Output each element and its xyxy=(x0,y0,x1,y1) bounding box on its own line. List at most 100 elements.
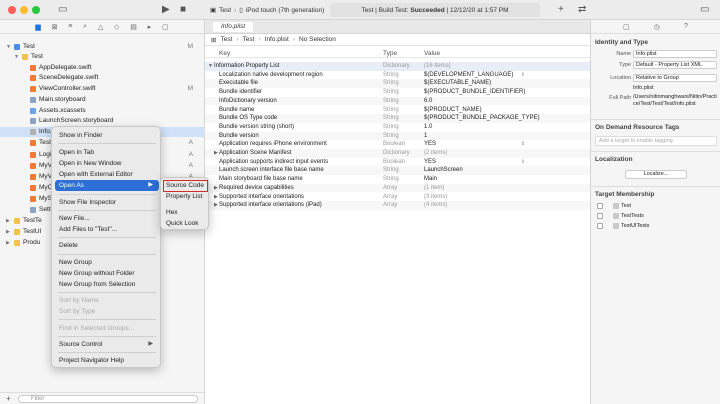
stepper-icon[interactable]: ⇕ xyxy=(521,158,525,167)
find-icon[interactable]: ⌕ xyxy=(83,23,87,31)
stop-icon[interactable]: ■ xyxy=(180,3,186,17)
name-field[interactable]: Info.plist xyxy=(633,50,717,58)
folder-icon[interactable]: ▆ xyxy=(35,23,40,31)
report-icon[interactable]: ▢ xyxy=(162,23,169,31)
table-row[interactable]: Bundle OS Type code String $(PRODUCT_BUN… xyxy=(205,114,590,123)
menu-item-new-group-from-selection[interactable]: New Group from Selection xyxy=(55,279,159,290)
col-key[interactable]: Key xyxy=(219,50,230,57)
table-row[interactable]: InfoDictionary version String 6.0 xyxy=(205,96,590,106)
tree-item-file[interactable]: Main.storyboard xyxy=(0,95,205,105)
tree-item-file[interactable]: ViewController.swift M xyxy=(0,84,205,94)
tree-item-file[interactable]: Assets.xcassets xyxy=(0,106,205,116)
table-row[interactable]: Bundle version string (short) String 1.0 xyxy=(205,123,590,132)
chevron-right-icon[interactable]: ▶ xyxy=(6,227,10,237)
stepper-icon[interactable]: ⇕ xyxy=(521,140,525,149)
chevron-right-icon[interactable]: ▶ xyxy=(214,201,218,210)
add-icon[interactable]: + xyxy=(6,394,11,403)
table-row[interactable]: ▶ Application Scene Manifest Dictionary … xyxy=(205,149,590,158)
table-row[interactable]: Bundle identifier String $(PRODUCT_BUNDL… xyxy=(205,88,590,97)
odr-tag-field[interactable]: Add a target to enable tagging xyxy=(595,136,717,146)
jump-item[interactable]: Info.plist xyxy=(265,36,289,43)
chevron-down-icon[interactable]: ▼ xyxy=(208,62,213,71)
menu-item-show-in-finder[interactable]: Show in Finder xyxy=(55,130,159,141)
table-row[interactable]: Bundle name String $(PRODUCT_NAME) xyxy=(205,106,590,115)
jump-item[interactable]: Test xyxy=(243,36,255,43)
history-icon[interactable]: ◷ xyxy=(654,23,660,31)
target-row[interactable]: TestTests xyxy=(597,212,644,221)
scheme-selector[interactable]: ▣ Test › ▯ iPod touch (7th generation) xyxy=(210,4,324,16)
table-row[interactable]: ▶ Supported interface orientations (iPad… xyxy=(205,201,590,210)
chevron-down-icon[interactable]: ▼ xyxy=(14,52,19,62)
chevron-right-icon[interactable]: ▶ xyxy=(6,238,10,248)
menu-item-new-group[interactable]: New Group xyxy=(55,257,159,268)
tree-item-file[interactable]: LaunchScreen.storyboard xyxy=(0,116,205,126)
debug-icon[interactable]: ▤ xyxy=(130,23,137,31)
table-row[interactable]: ▼ Information Property List Dictionary (… xyxy=(205,62,590,71)
issue-icon[interactable]: △ xyxy=(98,23,103,31)
run-icon[interactable]: ▶ xyxy=(162,3,170,17)
location-select[interactable]: Relative to Group xyxy=(633,74,717,82)
menu-item-show-file-inspector[interactable]: Show File Inspector xyxy=(55,197,159,208)
symbol-icon[interactable]: ≡ xyxy=(68,23,72,30)
target-checkbox[interactable] xyxy=(597,202,603,209)
table-row[interactable]: Executable file String $(EXECUTABLE_NAME… xyxy=(205,79,590,89)
menu-item-new-group-without-folder[interactable]: New Group without Folder xyxy=(55,268,159,279)
menu-item-open-as[interactable]: Open As ▶ xyxy=(55,180,159,191)
source-control-icon[interactable]: ⊠ xyxy=(52,23,58,31)
submenu-item-property-list[interactable]: Property List xyxy=(164,192,207,202)
table-row[interactable]: Application supports indirect input even… xyxy=(205,158,590,167)
test-icon[interactable]: ◇ xyxy=(114,23,119,31)
chevron-right-icon[interactable]: ▶ xyxy=(214,149,218,158)
add-icon[interactable]: + xyxy=(558,3,564,17)
code-review-icon[interactable]: ⇄ xyxy=(578,3,586,17)
menu-item-sort-by-type[interactable]: Sort by Type xyxy=(55,306,159,317)
table-row[interactable]: Application requires iPhone environment … xyxy=(205,140,590,149)
chevron-down-icon[interactable]: ▼ xyxy=(6,42,11,52)
table-row[interactable]: ▶ Required device capabilities Array (1 … xyxy=(205,183,590,193)
menu-item-open-with-external-editor[interactable]: Open with External Editor xyxy=(55,169,159,180)
menu-item-delete[interactable]: Delete xyxy=(55,240,159,251)
menu-item-add-files[interactable]: Add Files to "Test"... xyxy=(55,224,159,235)
chevron-right-icon[interactable]: ▶ xyxy=(214,193,218,202)
chevron-right-icon[interactable]: ▶ xyxy=(6,216,10,226)
type-select[interactable]: Default - Property List XML xyxy=(633,61,717,69)
menu-item-project-navigator-help[interactable]: Project Navigator Help xyxy=(55,355,159,366)
tree-item-project[interactable]: ▼ Test M xyxy=(0,42,205,52)
grid-icon[interactable]: ⊞ xyxy=(211,36,216,44)
target-checkbox[interactable] xyxy=(597,212,603,219)
target-row[interactable]: Test xyxy=(597,202,631,211)
menu-item-open-in-tab[interactable]: Open in Tab xyxy=(55,147,159,158)
minimize-window-button[interactable] xyxy=(20,6,28,14)
menu-item-new-file[interactable]: New File... xyxy=(55,213,159,224)
col-value[interactable]: Value xyxy=(424,50,440,57)
chevron-right-icon[interactable]: ▶ xyxy=(214,184,218,193)
tree-item-file[interactable]: SceneDelegate.swift xyxy=(0,73,205,83)
submenu-item-hex[interactable]: Hex xyxy=(164,208,207,218)
jump-item[interactable]: No Selection xyxy=(299,36,336,43)
jump-item[interactable]: Test xyxy=(220,36,232,43)
submenu-item-source-code[interactable]: Source Code xyxy=(163,180,208,192)
inspector-toggle-icon[interactable]: ▭ xyxy=(700,3,709,17)
breakpoint-icon[interactable]: ▸ xyxy=(148,23,152,31)
table-row[interactable]: ▶ Supported interface orientations Array… xyxy=(205,193,590,202)
table-row[interactable]: Bundle version String 1 xyxy=(205,131,590,141)
table-row[interactable]: Localization native development region S… xyxy=(205,71,590,80)
file-icon[interactable]: ▢ xyxy=(623,23,630,31)
localize-button[interactable]: Localize... xyxy=(625,170,687,179)
target-checkbox[interactable] xyxy=(597,222,603,229)
close-window-button[interactable] xyxy=(8,6,16,14)
table-row[interactable]: Main storyboard file base name String Ma… xyxy=(205,175,590,184)
tree-item-file[interactable]: AppDelegate.swift xyxy=(0,63,205,73)
help-icon[interactable]: ? xyxy=(684,23,688,30)
stepper-icon[interactable]: ⇕ xyxy=(521,71,525,80)
menu-item-find-in-selected-groups[interactable]: Find in Selected Groups... xyxy=(55,323,159,334)
zoom-window-button[interactable] xyxy=(32,6,40,14)
col-type[interactable]: Type xyxy=(383,50,397,57)
menu-item-source-control[interactable]: Source Control ▶ xyxy=(55,339,159,350)
target-row[interactable]: TestUITests xyxy=(597,222,649,231)
menu-item-sort-by-name[interactable]: Sort by Name xyxy=(55,295,159,306)
submenu-item-quick-look[interactable]: Quick Look xyxy=(164,219,207,229)
table-row[interactable]: Launch screen interface file base name S… xyxy=(205,166,590,176)
sidebar-toggle-icon[interactable]: ▭ xyxy=(58,3,67,17)
tree-item-group[interactable]: ▼ Test xyxy=(0,52,205,62)
